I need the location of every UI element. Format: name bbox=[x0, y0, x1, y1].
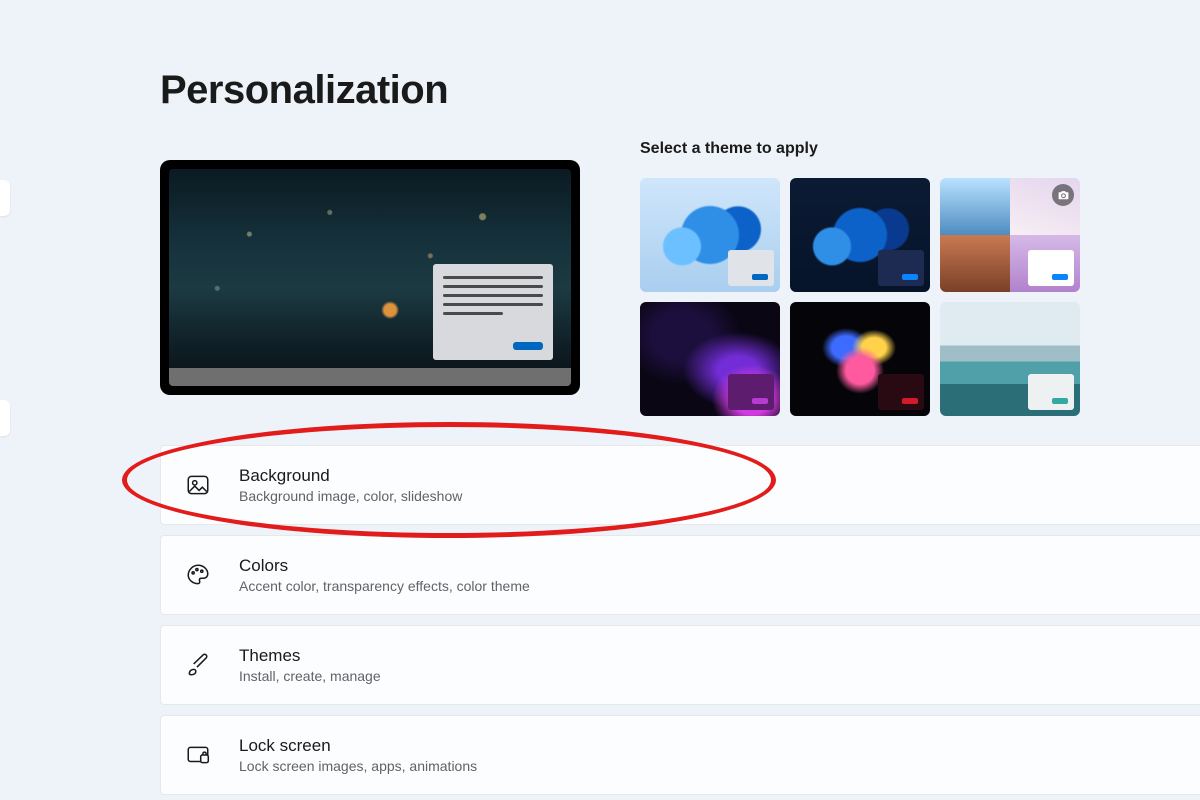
theme-mini-window bbox=[728, 250, 774, 286]
desktop-preview-frame bbox=[160, 160, 580, 395]
theme-tile-captured-motion[interactable] bbox=[790, 302, 930, 416]
theme-accent-pill bbox=[1052, 274, 1068, 280]
image-icon bbox=[185, 472, 211, 498]
theme-accent-pill bbox=[752, 398, 768, 404]
setting-row-themes[interactable]: Themes Install, create, manage bbox=[160, 625, 1200, 705]
theme-accent-pill bbox=[752, 274, 768, 280]
nav-sliver bbox=[0, 180, 10, 216]
theme-mini-window bbox=[878, 374, 924, 410]
palette-icon bbox=[185, 562, 211, 588]
theme-accent-pill bbox=[902, 274, 918, 280]
setting-row-lock-screen[interactable]: Lock screen Lock screen images, apps, an… bbox=[160, 715, 1200, 795]
camera-icon bbox=[1052, 184, 1074, 206]
theme-accent-pill bbox=[1052, 398, 1068, 404]
theme-mini-window bbox=[728, 374, 774, 410]
preview-sample-window bbox=[433, 264, 553, 360]
page-title: Personalization bbox=[160, 68, 448, 113]
theme-tile-glow[interactable] bbox=[640, 302, 780, 416]
settings-list: Background Background image, color, slid… bbox=[160, 445, 1200, 800]
theme-tile-windows-light[interactable] bbox=[640, 178, 780, 292]
theme-mini-window bbox=[1028, 374, 1074, 410]
brush-icon bbox=[185, 652, 211, 678]
setting-row-background[interactable]: Background Background image, color, slid… bbox=[160, 445, 1200, 525]
setting-desc: Lock screen images, apps, animations bbox=[239, 758, 477, 774]
lock-screen-icon bbox=[185, 742, 211, 768]
setting-title: Background bbox=[239, 466, 462, 486]
theme-mini-window bbox=[878, 250, 924, 286]
setting-title: Themes bbox=[239, 646, 381, 666]
preview-accent-pill bbox=[513, 342, 543, 350]
nav-sliver bbox=[0, 400, 10, 436]
setting-desc: Install, create, manage bbox=[239, 668, 381, 684]
setting-desc: Background image, color, slideshow bbox=[239, 488, 462, 504]
themes-section-label: Select a theme to apply bbox=[640, 140, 818, 158]
themes-grid bbox=[640, 178, 1080, 416]
setting-desc: Accent color, transparency effects, colo… bbox=[239, 578, 530, 594]
theme-mini-window bbox=[1028, 250, 1074, 286]
desktop-preview bbox=[169, 169, 571, 386]
setting-row-colors[interactable]: Colors Accent color, transparency effect… bbox=[160, 535, 1200, 615]
setting-title: Lock screen bbox=[239, 736, 477, 756]
setting-title: Colors bbox=[239, 556, 530, 576]
theme-tile-sunrise[interactable] bbox=[940, 302, 1080, 416]
theme-tile-windows-dark[interactable] bbox=[790, 178, 930, 292]
theme-tile-windows-spotlight[interactable] bbox=[940, 178, 1080, 292]
theme-accent-pill bbox=[902, 398, 918, 404]
